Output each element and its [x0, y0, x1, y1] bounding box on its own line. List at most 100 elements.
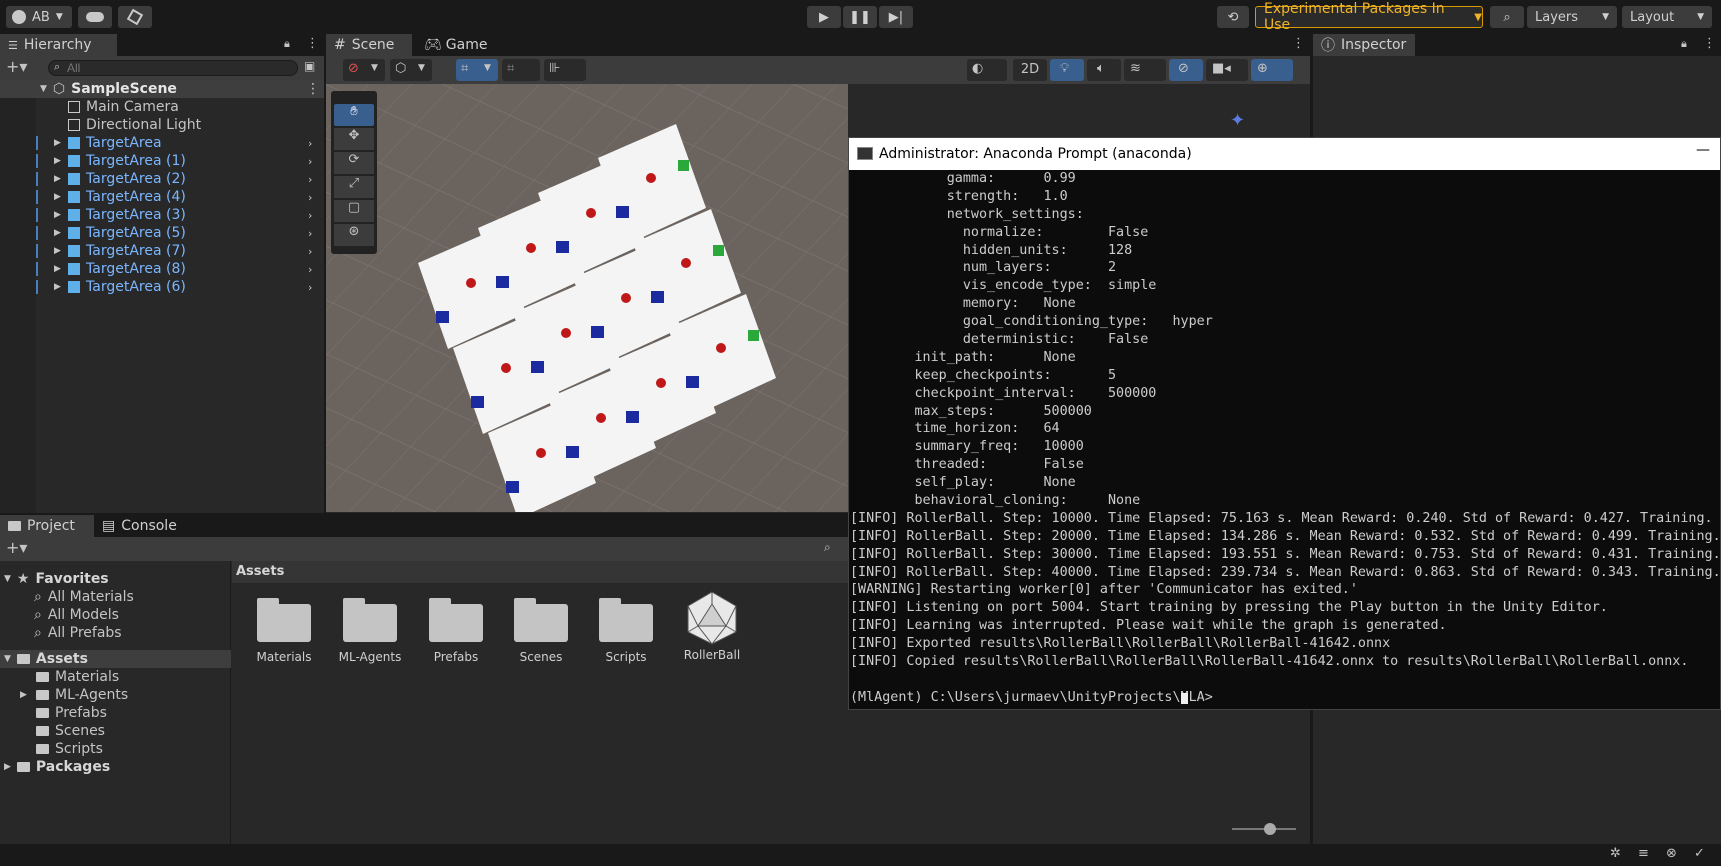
- hierarchy-item-targetarea[interactable]: ▶ TargetArea (7) ›: [0, 242, 324, 260]
- bug-icon[interactable]: ✲: [1610, 846, 1621, 861]
- lock-icon[interactable]: 🔒︎: [1681, 37, 1687, 51]
- pause-button[interactable]: ❚❚: [843, 6, 877, 28]
- asset-tree-item[interactable]: ▶ ML-Agents: [0, 686, 231, 704]
- account-button[interactable]: AB ▼: [6, 6, 72, 28]
- hierarchy-item-targetarea[interactable]: ▶ TargetArea ›: [0, 134, 324, 152]
- asset-tree-item[interactable]: Scenes: [0, 722, 231, 740]
- gizmos-button[interactable]: ⊕: [1251, 59, 1293, 81]
- move-tool-button[interactable]: ✥: [334, 128, 374, 150]
- asset-tile[interactable]: ML-Agents: [330, 598, 410, 664]
- chevron-right-icon[interactable]: ›: [308, 245, 312, 258]
- asset-tile[interactable]: Materials: [244, 598, 324, 664]
- chevron-right-icon[interactable]: ›: [308, 137, 312, 150]
- hierarchy-item-targetarea[interactable]: ▶ TargetArea (6) ›: [0, 278, 324, 296]
- hierarchy-item-targetarea[interactable]: ▶ TargetArea (3) ›: [0, 206, 324, 224]
- play-button[interactable]: ▶: [807, 6, 841, 28]
- item-label: TargetArea (5): [86, 225, 186, 241]
- chevron-right-icon[interactable]: ›: [308, 281, 312, 294]
- more-icon[interactable]: ⋮: [306, 81, 320, 97]
- folder-icon: [429, 598, 483, 642]
- hierarchy-search-input[interactable]: [48, 60, 298, 76]
- scene-row[interactable]: ▼ ⬡ SampleScene ⋮: [0, 80, 324, 98]
- audio-button[interactable]: 🔈︎: [1087, 59, 1121, 81]
- chevron-right-icon[interactable]: ›: [308, 155, 312, 168]
- filter-icon[interactable]: ▣: [304, 59, 315, 73]
- lighting-button[interactable]: 💡︎: [1050, 59, 1084, 81]
- more-icon[interactable]: ⋮: [306, 36, 319, 51]
- check-icon[interactable]: ✓: [1694, 846, 1705, 861]
- assets-root-row[interactable]: ▼ Assets: [0, 650, 231, 668]
- chevron-right-icon[interactable]: ›: [308, 173, 312, 186]
- toggle-2d-button[interactable]: 2D: [1013, 59, 1047, 81]
- zoom-slider[interactable]: [1232, 823, 1296, 835]
- network-icon[interactable]: ⊗: [1666, 846, 1677, 861]
- asset-tile[interactable]: Scripts: [586, 598, 666, 664]
- database-icon[interactable]: ≡: [1638, 846, 1649, 861]
- asset-tree-item[interactable]: Materials: [0, 668, 231, 686]
- scale-tool-button[interactable]: ⤢: [334, 176, 374, 198]
- visibility-button[interactable]: ⊘: [1169, 59, 1203, 81]
- asset-tree-item[interactable]: Scripts: [0, 740, 231, 758]
- chevron-right-icon[interactable]: ›: [308, 227, 312, 240]
- experimental-packages-button[interactable]: Experimental Packages In Use ▼: [1255, 1, 1483, 33]
- orientation-gizmo[interactable]: ✦: [1230, 110, 1270, 140]
- layers-dropdown[interactable]: Layers ▼: [1527, 6, 1617, 28]
- lock-icon[interactable]: 🔒︎: [284, 37, 290, 51]
- gizmo-transform-button[interactable]: ⊘ ▼: [343, 59, 385, 81]
- packages-row[interactable]: ▶ Packages: [0, 758, 231, 776]
- chevron-right-icon[interactable]: ›: [308, 191, 312, 204]
- asset-tree-item[interactable]: Prefabs: [0, 704, 231, 722]
- more-icon[interactable]: ⋮: [1292, 36, 1305, 51]
- add-icon[interactable]: +▾: [6, 57, 27, 76]
- rotate-tool-button[interactable]: ⟳: [334, 152, 374, 174]
- hand-tool-button[interactable]: ✋︎: [334, 104, 374, 126]
- asset-tile[interactable]: RollerBall: [672, 591, 752, 662]
- tab-scene[interactable]: # Scene: [326, 34, 412, 56]
- zoom-slider-handle[interactable]: [1264, 823, 1276, 835]
- hierarchy-item-targetarea[interactable]: ▶ TargetArea (5) ›: [0, 224, 324, 242]
- favorites-item[interactable]: ⌕ All Prefabs: [0, 624, 231, 642]
- increment-snap-button[interactable]: ⊪: [544, 59, 586, 81]
- history-button[interactable]: ⟲: [1217, 6, 1249, 28]
- tab-project[interactable]: Project: [0, 515, 94, 537]
- terminal-line: checkpoint_interval: 500000: [850, 385, 1157, 401]
- minimize-icon[interactable]: —: [1696, 142, 1710, 158]
- search-button[interactable]: ⌕: [1490, 6, 1524, 28]
- favorites-item[interactable]: ⌕ All Materials: [0, 588, 231, 606]
- draw-mode-button[interactable]: ◐: [967, 59, 1007, 81]
- tab-inspector[interactable]: ⓘ Inspector: [1313, 34, 1415, 56]
- chevron-right-icon[interactable]: ›: [308, 263, 312, 276]
- cloud-button[interactable]: [78, 6, 112, 28]
- breadcrumb-assets[interactable]: Assets: [236, 564, 284, 579]
- rect-tool-button[interactable]: ▢: [334, 200, 374, 222]
- terminal-output[interactable]: gamma: 0.99 strength: 1.0 network_settin…: [849, 170, 1720, 709]
- tab-hierarchy[interactable]: ☰ Hierarchy: [0, 34, 117, 56]
- grid-snap-button[interactable]: ⌗ ▼: [456, 59, 498, 81]
- asset-tile[interactable]: Scenes: [501, 598, 581, 664]
- transform-tool-button[interactable]: ⊛: [334, 224, 374, 246]
- hierarchy-item-targetarea[interactable]: ▶ TargetArea (8) ›: [0, 260, 324, 278]
- anaconda-prompt-window[interactable]: Administrator: Anaconda Prompt (anaconda…: [848, 137, 1721, 710]
- scene-viewport[interactable]: ✋︎ ✥ ⟳ ⤢ ▢ ⊛: [326, 84, 848, 512]
- effects-button[interactable]: ≋: [1124, 59, 1166, 81]
- asset-tile[interactable]: Prefabs: [416, 598, 496, 664]
- pivot-button[interactable]: ⬡ ▼: [390, 59, 432, 81]
- grid-visibility-button[interactable]: ⌗: [502, 59, 540, 81]
- hierarchy-item[interactable]: Main Camera: [0, 98, 324, 116]
- more-icon[interactable]: ⋮: [1703, 36, 1716, 51]
- hierarchy-item-targetarea[interactable]: ▶ TargetArea (2) ›: [0, 170, 324, 188]
- add-icon[interactable]: +▾: [6, 538, 27, 557]
- tab-game[interactable]: 🎮︎ Game: [416, 34, 496, 56]
- favorites-item[interactable]: ⌕ All Models: [0, 606, 231, 624]
- terminal-titlebar[interactable]: Administrator: Anaconda Prompt (anaconda…: [849, 138, 1720, 170]
- tab-console[interactable]: ▤ Console: [94, 515, 184, 537]
- hierarchy-item-targetarea[interactable]: ▶ TargetArea (1) ›: [0, 152, 324, 170]
- step-button[interactable]: ▶|: [879, 6, 913, 28]
- chevron-right-icon[interactable]: ›: [308, 209, 312, 222]
- hierarchy-item-targetarea[interactable]: ▶ TargetArea (4) ›: [0, 188, 324, 206]
- collab-button[interactable]: [118, 6, 152, 28]
- camera-button[interactable]: ■◂: [1206, 59, 1248, 81]
- hierarchy-item[interactable]: Directional Light: [0, 116, 324, 134]
- favorites-row[interactable]: ▼ ★ Favorites: [0, 570, 231, 588]
- layout-dropdown[interactable]: Layout ▼: [1622, 6, 1712, 28]
